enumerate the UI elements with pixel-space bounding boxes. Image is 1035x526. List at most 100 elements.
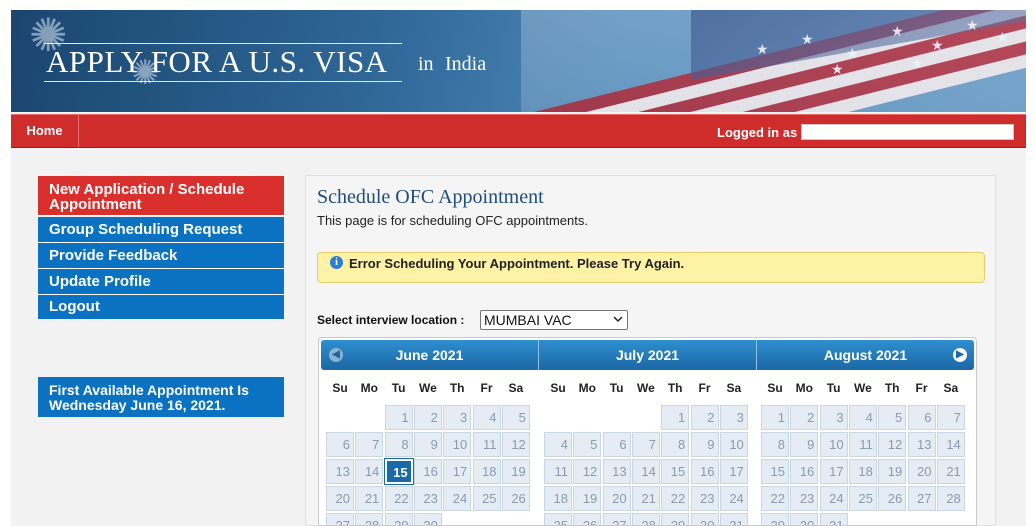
calendar-day: 20 xyxy=(602,486,631,511)
weekday-label: We xyxy=(853,381,872,395)
weekday-label: Fr xyxy=(480,381,493,395)
site-title: APPLY FOR A U.S. VISA xyxy=(46,44,388,79)
calendar-day: 25 xyxy=(472,486,501,511)
calendar-day: 29 xyxy=(384,513,413,525)
calendar-day: 14 xyxy=(936,432,965,457)
calendar-day: 31 xyxy=(819,513,848,525)
error-alert: i Error Scheduling Your Appointment. Ple… xyxy=(317,252,985,283)
star-icon: ★ xyxy=(996,29,1009,45)
sidebar-item-new-application[interactable]: New Application / Schedule Appointment xyxy=(38,176,284,216)
sidebar-item-feedback[interactable]: Provide Feedback xyxy=(38,243,284,269)
calendar-day: 9 xyxy=(413,432,442,457)
calendar-day: 22 xyxy=(661,486,690,511)
sidebar-item-update-profile[interactable]: Update Profile xyxy=(38,269,284,295)
calendar-day: 6 xyxy=(326,432,354,457)
calendar-day: 13 xyxy=(907,432,936,457)
calendar-day: 17 xyxy=(819,459,848,484)
calendar-day: 2 xyxy=(690,405,719,430)
info-icon: i xyxy=(330,256,343,269)
calendar-day: 29 xyxy=(661,513,690,525)
country-prefix: in xyxy=(418,53,434,75)
calendar-day: 14 xyxy=(355,459,384,484)
calendar-day: 11 xyxy=(544,459,572,484)
calendar-day: 6 xyxy=(907,405,936,430)
logged-in-label: Logged in as xyxy=(717,125,798,140)
calendar-month-title: June 2021 xyxy=(395,347,464,363)
weekday-label: Sa xyxy=(943,381,959,395)
calendar-day: 17 xyxy=(443,459,472,484)
calendar-day: 21 xyxy=(355,486,384,511)
calendar-day: 23 xyxy=(690,486,719,511)
calendar-day: 25 xyxy=(848,486,877,511)
calendar-day: 8 xyxy=(384,432,413,457)
first-available-appointment: First Available Appointment Is Wednesday… xyxy=(38,377,284,417)
sidebar-item-logout[interactable]: Logout xyxy=(38,295,284,319)
calendar-month-title: July 2021 xyxy=(615,347,680,363)
calendar-day: 30 xyxy=(690,513,719,525)
calendar-day: 22 xyxy=(384,486,413,511)
calendar-day: 3 xyxy=(819,405,848,430)
calendar-day: 23 xyxy=(413,486,442,511)
calendar-day: 30 xyxy=(413,513,442,525)
calendar-day: 1 xyxy=(661,405,690,430)
calendar-day: 26 xyxy=(878,486,907,511)
calendar-day: 21 xyxy=(936,459,965,484)
nav-home-link[interactable]: Home xyxy=(11,115,79,147)
calendar-day: 24 xyxy=(819,486,848,511)
calendar-day: 4 xyxy=(848,405,877,430)
star-icon: ★ xyxy=(756,41,769,57)
calendar-next-button[interactable]: ▶ xyxy=(953,348,967,362)
star-icon: ★ xyxy=(911,55,924,71)
calendar-day: 4 xyxy=(544,432,572,457)
calendar-day: 11 xyxy=(848,432,877,457)
calendar-day: 8 xyxy=(661,432,690,457)
calendar-day: 14 xyxy=(631,459,660,484)
calendar-day: 2 xyxy=(413,405,442,430)
weekday-label: Mo xyxy=(578,381,596,395)
calendar-day: 13 xyxy=(326,459,354,484)
calendar-day: 19 xyxy=(878,459,907,484)
calendar-day: 29 xyxy=(761,513,789,525)
calendar-day: 3 xyxy=(719,405,748,430)
calendar-day: 2 xyxy=(790,405,819,430)
page: ★ ★ ★ ★ ★ ★ ★ ★ ★ ✺ ✺ APPLY FOR A U.S. V… xyxy=(0,0,1035,526)
calendar-day-selected[interactable]: 15 xyxy=(383,458,414,485)
weekday-label: Fr xyxy=(915,381,928,395)
calendar-day: 16 xyxy=(413,459,442,484)
weekday-label: Fr xyxy=(698,381,711,395)
calendar-day: 28 xyxy=(936,486,965,511)
alert-message: Error Scheduling Your Appointment. Pleas… xyxy=(349,256,685,271)
calendar-day: 24 xyxy=(443,486,472,511)
calendar-day: 11 xyxy=(472,432,501,457)
calendar-day: 27 xyxy=(326,513,354,525)
calendar-day: 28 xyxy=(631,513,660,525)
star-icon: ★ xyxy=(891,23,904,39)
calendar-day: 5 xyxy=(878,405,907,430)
calendar-day: 27 xyxy=(602,513,631,525)
calendar-day: 18 xyxy=(544,486,572,511)
calendar-day: 5 xyxy=(501,405,530,430)
calendar-day: 30 xyxy=(790,513,819,525)
chevron-down-icon xyxy=(613,316,623,323)
weekday-label: Tu xyxy=(391,381,406,395)
star-icon: ★ xyxy=(966,17,979,33)
calendar-day: 15 xyxy=(761,459,789,484)
calendar-day: 13 xyxy=(602,459,631,484)
weekday-label: Sa xyxy=(726,381,742,395)
sidebar-item-group-scheduling[interactable]: Group Scheduling Request xyxy=(38,217,284,243)
calendar-day: 7 xyxy=(631,432,660,457)
calendar-day: 18 xyxy=(848,459,877,484)
calendar-day: 15 xyxy=(661,459,690,484)
calendar-day: 8 xyxy=(761,432,789,457)
calendar-day: 5 xyxy=(573,432,602,457)
calendar-day: 18 xyxy=(472,459,501,484)
star-icon: ★ xyxy=(846,45,859,61)
location-select[interactable]: MUMBAI VAC xyxy=(480,310,628,330)
calendar-day: 17 xyxy=(719,459,748,484)
calendar-day: 28 xyxy=(355,513,384,525)
calendar-day: 12 xyxy=(573,459,602,484)
calendar-day: 23 xyxy=(790,486,819,511)
calendar-day: 4 xyxy=(472,405,501,430)
title-rule-bottom xyxy=(44,81,402,82)
calendar-day: 9 xyxy=(690,432,719,457)
